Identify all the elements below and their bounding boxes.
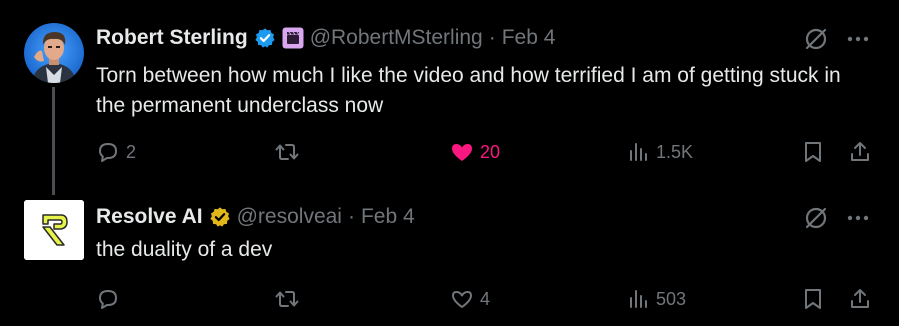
tweet[interactable]: Resolve AI @resolveai · Feb 4 the dualit — [0, 190, 899, 326]
like-count: 4 — [480, 288, 491, 309]
views-button[interactable]: 1.5K — [626, 137, 693, 167]
views-count: 503 — [656, 288, 687, 309]
repost-icon — [275, 144, 299, 160]
tweet-header: Resolve AI @resolveai · Feb 4 — [96, 204, 809, 230]
like-button[interactable]: 20 — [450, 137, 500, 167]
avatar-image — [24, 23, 84, 83]
author-handle[interactable]: @RobertMSterling — [310, 26, 483, 50]
repost-button[interactable] — [274, 284, 306, 314]
tweet-text: Torn between how much I like the video a… — [96, 64, 841, 117]
tweet[interactable]: Robert Sterling @RobertMSterling · Feb 4 — [0, 0, 899, 195]
views-chart-icon — [630, 143, 647, 161]
verified-gold-badge-icon — [209, 206, 231, 228]
share-icon — [851, 289, 869, 308]
share-icon — [851, 142, 869, 161]
bookmark-button[interactable] — [802, 284, 824, 314]
author-name[interactable]: Resolve AI — [96, 205, 203, 229]
post-date[interactable]: Feb 4 — [502, 26, 556, 50]
repost-icon — [275, 291, 299, 307]
share-button[interactable] — [848, 284, 872, 314]
heart-outline-icon — [452, 291, 472, 308]
repost-button[interactable] — [274, 137, 306, 167]
grok-icon[interactable] — [803, 205, 829, 231]
reply-icon — [99, 143, 117, 162]
verified-badge-icon — [254, 27, 276, 49]
views-button[interactable]: 503 — [626, 284, 686, 314]
avatar[interactable] — [24, 200, 84, 260]
reply-icon — [99, 290, 117, 309]
more-options-icon[interactable] — [847, 215, 869, 221]
thread-connector-line — [52, 87, 55, 195]
tweet-text: the duality of a dev — [96, 238, 273, 261]
bookmark-button[interactable] — [802, 137, 824, 167]
grok-icon[interactable] — [803, 26, 829, 52]
tweet-actions: 2 20 1.5K — [96, 137, 873, 167]
bookmark-icon — [805, 142, 821, 162]
tweet-header: Robert Sterling @RobertMSterling · Feb 4 — [96, 25, 809, 51]
like-button[interactable]: 4 — [450, 284, 490, 314]
more-options-icon[interactable] — [847, 36, 869, 42]
like-count: 20 — [480, 141, 501, 162]
author-name[interactable]: Robert Sterling — [96, 26, 248, 50]
author-handle[interactable]: @resolveai — [237, 205, 342, 229]
resolve-logo-icon — [24, 200, 84, 260]
heart-filled-icon — [452, 144, 472, 161]
views-count: 1.5K — [656, 141, 694, 162]
separator-dot: · — [488, 26, 496, 49]
clapperboard-badge-icon[interactable] — [282, 27, 304, 49]
reply-count: 2 — [126, 141, 137, 162]
bookmark-icon — [805, 289, 821, 309]
tweet-top-actions — [803, 26, 869, 52]
tweet-actions: 4 503 — [96, 284, 873, 314]
post-date[interactable]: Feb 4 — [361, 205, 415, 229]
reply-button[interactable]: 2 — [96, 137, 136, 167]
tweet-top-actions — [803, 205, 869, 231]
reply-button[interactable] — [96, 284, 126, 314]
separator-dot: · — [347, 205, 355, 228]
share-button[interactable] — [848, 137, 872, 167]
views-chart-icon — [630, 290, 647, 308]
avatar[interactable] — [24, 23, 84, 83]
